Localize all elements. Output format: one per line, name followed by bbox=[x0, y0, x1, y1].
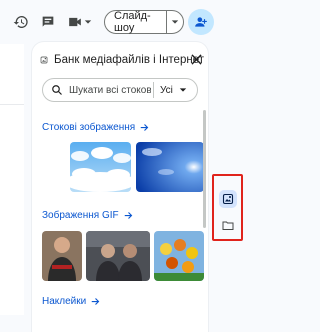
filter-dropdown[interactable]: Усі bbox=[154, 85, 187, 96]
section-label: Стокові зображення bbox=[42, 122, 136, 133]
share-button[interactable] bbox=[188, 9, 214, 35]
gif-thumb-2[interactable] bbox=[86, 231, 150, 281]
media-library-icon bbox=[40, 56, 48, 64]
section-label: Наклейки bbox=[42, 296, 87, 307]
section-stickers[interactable]: Наклейки bbox=[42, 296, 100, 307]
search-icon[interactable] bbox=[47, 84, 67, 96]
panel-scrollbar[interactable] bbox=[203, 110, 206, 228]
gif-thumb-3[interactable] bbox=[154, 231, 204, 281]
panel-title: Банк медіафайлів і Інтернет bbox=[54, 54, 204, 66]
search-input[interactable] bbox=[67, 84, 153, 96]
arrow-right-icon bbox=[140, 124, 149, 131]
history-icon[interactable] bbox=[10, 11, 32, 33]
slideshow-button[interactable]: Слайд-шоу bbox=[104, 10, 184, 34]
video-icon[interactable] bbox=[66, 11, 94, 33]
close-icon[interactable] bbox=[188, 51, 204, 67]
gif-thumb-1[interactable] bbox=[42, 231, 82, 281]
media-library-icon bbox=[222, 193, 234, 205]
filter-label: Усі bbox=[160, 84, 173, 96]
toolbar: Слайд-шоу bbox=[0, 0, 250, 44]
stock-image-thumb-2[interactable] bbox=[136, 142, 204, 192]
media-library-rail-button[interactable] bbox=[219, 190, 237, 208]
section-stock-images[interactable]: Стокові зображення bbox=[42, 122, 149, 133]
search-bar: Усі bbox=[42, 78, 198, 102]
folder-icon bbox=[222, 221, 234, 230]
chevron-down-icon bbox=[179, 88, 187, 92]
arrow-right-icon bbox=[91, 298, 100, 305]
section-gif-images[interactable]: Зображення GIF bbox=[42, 210, 133, 221]
stock-image-thumb-1[interactable] bbox=[70, 142, 131, 192]
panel-header: Банк медіафайлів і Інтернет bbox=[40, 50, 204, 70]
section-label: Зображення GIF bbox=[42, 210, 119, 221]
left-canvas-edge bbox=[0, 44, 24, 315]
folder-rail-button[interactable] bbox=[219, 216, 237, 234]
chevron-down-icon[interactable] bbox=[167, 18, 183, 26]
side-rail-highlight bbox=[212, 174, 243, 241]
slideshow-label: Слайд-шоу bbox=[114, 10, 151, 34]
comment-icon[interactable] bbox=[37, 11, 59, 33]
arrow-right-icon bbox=[124, 212, 132, 219]
person-add-icon bbox=[195, 17, 207, 27]
media-panel: Банк медіафайлів і Інтернет Усі Стокові … bbox=[32, 42, 208, 332]
